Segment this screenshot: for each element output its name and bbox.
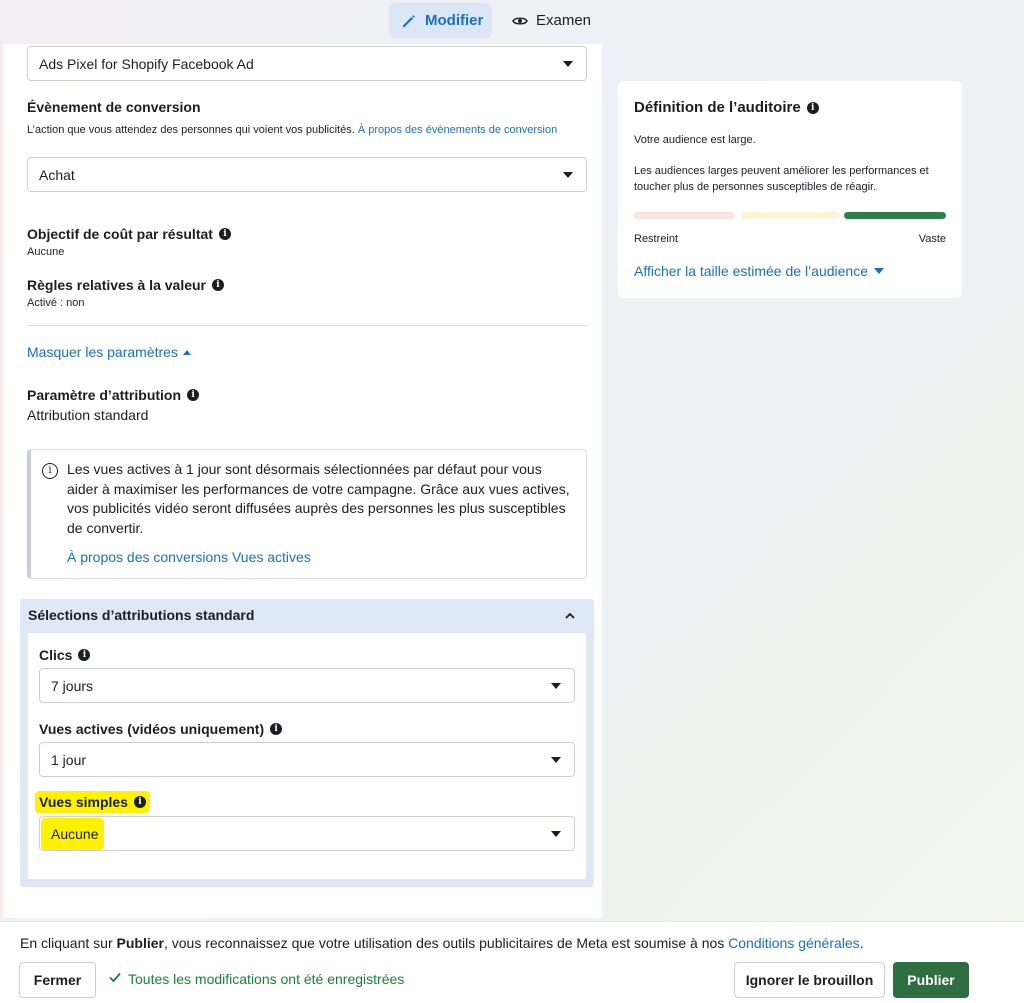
caret-down-icon: [874, 268, 884, 274]
publish-button[interactable]: Publier: [893, 962, 969, 998]
callout-text: Les vues actives à 1 jour sont désormais…: [67, 461, 570, 536]
engaged-views-value: 1 jour: [51, 751, 87, 768]
attribution-panel-title: Sélections d’attributions standard: [28, 607, 255, 623]
meter-segment-narrow: [634, 212, 734, 219]
info-icon[interactable]: i: [212, 279, 224, 291]
clicks-label: Clics i: [39, 647, 91, 663]
divider: [27, 325, 587, 326]
terms-link[interactable]: Conditions générales: [728, 935, 860, 951]
hide-params-link[interactable]: Masquer les paramètres: [27, 344, 191, 360]
saved-status-text: Toutes les modifications ont été enregis…: [128, 970, 405, 987]
conversion-events-link[interactable]: À propos des évènements de conversion: [358, 124, 557, 136]
saved-status: Toutes les modifications ont été enregis…: [108, 970, 404, 987]
top-bar: Modifier Examen: [0, 0, 1024, 44]
attribution-fields: Clics i 7 jours Vues actives (vidéos uni…: [28, 633, 586, 879]
engaged-views-label-text: Vues actives (vidéos uniquement): [39, 721, 265, 737]
chevron-up-icon[interactable]: [564, 609, 576, 627]
show-audience-size-link[interactable]: Afficher la taille estimée de l’audience: [634, 263, 884, 279]
caret-down-icon: [563, 172, 573, 178]
value-rules-label: Règles relatives à la valeur i: [27, 277, 224, 293]
pixel-select-value: Ads Pixel for Shopify Facebook Ad: [39, 55, 254, 72]
audience-status: Votre audience est large.: [634, 134, 756, 146]
conversion-event-help: L’action que vous attendez des personnes…: [27, 124, 355, 136]
panel-edge: [0, 44, 6, 918]
clicks-label-text: Clics: [39, 647, 73, 663]
terms-suffix: .: [859, 935, 864, 951]
simple-views-value: Aucune: [41, 817, 105, 850]
tab-edit-label: Modifier: [425, 12, 484, 29]
meter-segment-broad: [844, 212, 946, 219]
meter-segment-medium: [740, 212, 840, 219]
eye-icon: [512, 13, 528, 29]
meter-high-label: Vaste: [918, 233, 946, 245]
tab-review-label: Examen: [536, 12, 592, 29]
cost-goal-label: Objectif de coût par résultat i: [27, 226, 231, 242]
info-icon[interactable]: i: [187, 389, 200, 401]
value-rules-value: Activé : non: [27, 297, 85, 309]
hide-params-label: Masquer les paramètres: [27, 344, 178, 360]
attribution-setting-value: Attribution standard: [27, 407, 149, 423]
simple-views-select[interactable]: Aucune: [39, 816, 575, 851]
pencil-icon: [401, 13, 417, 29]
info-icon[interactable]: i: [78, 649, 91, 661]
pixel-select[interactable]: Ads Pixel for Shopify Facebook Ad: [27, 46, 587, 81]
conversion-event-value: Achat: [39, 166, 75, 183]
engaged-views-select[interactable]: 1 jour: [39, 742, 575, 777]
conversion-event-description: L’action que vous attendez des personnes…: [27, 122, 572, 139]
terms-bold: Publier: [116, 935, 164, 951]
terms-middle: , vous reconnaissez que votre utilisatio…: [163, 935, 729, 951]
engaged-views-link[interactable]: À propos des conversions Vues actives: [67, 549, 311, 565]
caret-down-icon: [551, 831, 561, 837]
audience-card-title: Définition de l’auditoire i: [634, 99, 819, 116]
show-audience-size-label: Afficher la taille estimée de l’audience: [634, 263, 868, 279]
caret-down-icon: [563, 61, 573, 67]
footer-bar: En cliquant sur Publier, vous reconnaiss…: [0, 921, 1024, 1003]
ignore-draft-button[interactable]: Ignorer le brouillon: [734, 962, 885, 998]
attribution-setting-label: Paramètre d’attribution i: [27, 387, 200, 403]
conversion-event-label: Évènement de conversion: [27, 99, 201, 115]
info-outline-icon: i: [42, 463, 58, 479]
terms-notice: En cliquant sur Publier, vous reconnaiss…: [20, 935, 864, 951]
close-button[interactable]: Fermer: [19, 962, 96, 998]
info-icon[interactable]: i: [218, 228, 231, 240]
audience-card-title-text: Définition de l’auditoire: [634, 99, 801, 116]
engaged-views-callout: i Les vues actives à 1 jour sont désorma…: [27, 449, 587, 579]
simple-views-label: Vues simples i: [35, 791, 150, 813]
engaged-views-label: Vues actives (vidéos uniquement) i: [39, 721, 283, 737]
standard-attribution-panel: Sélections d’attributions standard Clics…: [20, 599, 594, 887]
caret-down-icon: [551, 683, 561, 689]
audience-description: Les audiences larges peuvent améliorer l…: [634, 165, 929, 193]
meter-low-label: Restreint: [634, 233, 679, 245]
attribution-setting-label-text: Paramètre d’attribution: [27, 387, 182, 403]
info-icon[interactable]: i: [806, 101, 819, 114]
info-icon[interactable]: i: [133, 796, 146, 808]
value-rules-label-text: Règles relatives à la valeur: [27, 277, 206, 293]
simple-views-label-text: Vues simples: [39, 794, 128, 810]
info-icon[interactable]: i: [270, 723, 283, 735]
cost-goal-value: Aucune: [27, 246, 65, 258]
clicks-select[interactable]: 7 jours: [39, 668, 575, 703]
conversion-event-select[interactable]: Achat: [27, 157, 587, 192]
tab-review[interactable]: Examen: [500, 3, 603, 38]
tab-edit[interactable]: Modifier: [389, 3, 492, 38]
audience-definition-card: Définition de l’auditoire i Votre audien…: [618, 81, 962, 298]
cost-goal-label-text: Objectif de coût par résultat: [27, 226, 213, 242]
checkmark-icon: [108, 970, 122, 987]
caret-up-icon: [182, 349, 191, 355]
caret-down-icon: [551, 757, 561, 763]
terms-prefix: En cliquant sur: [20, 935, 117, 951]
clicks-value: 7 jours: [51, 677, 94, 694]
